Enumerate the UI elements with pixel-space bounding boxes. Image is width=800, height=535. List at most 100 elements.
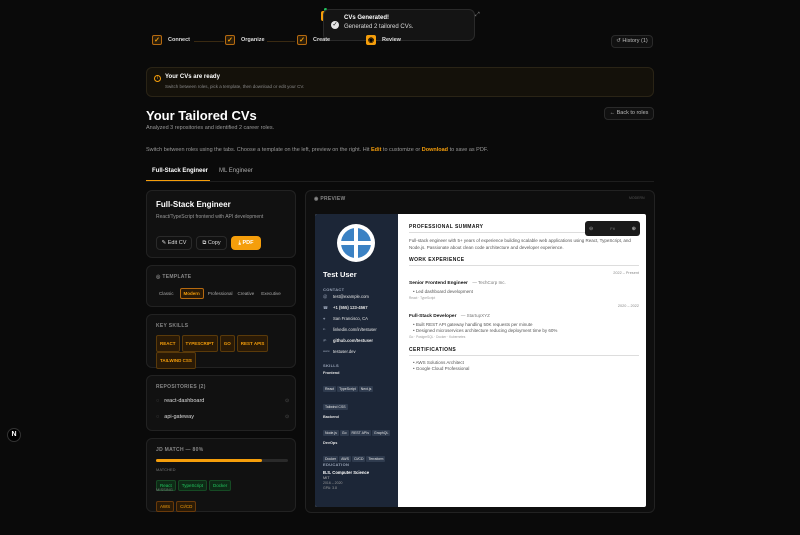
template-modern[interactable]: Modern bbox=[179, 288, 204, 299]
cv-education-heading: EDUCATION bbox=[323, 462, 350, 467]
missing-label: MISSING bbox=[156, 487, 173, 492]
nextjs-logo-icon[interactable]: N bbox=[7, 428, 21, 442]
cv-skill-tag: TypeScript bbox=[337, 386, 358, 392]
jd-match-bar-fill bbox=[156, 459, 262, 462]
cv-avatar bbox=[337, 224, 375, 262]
external-link-icon[interactable]: ⊙ bbox=[285, 414, 289, 420]
edit-link[interactable]: Edit bbox=[371, 147, 381, 153]
template-professional[interactable]: Professional bbox=[207, 289, 234, 298]
github-icon: gh bbox=[323, 338, 327, 342]
globe-icon: www bbox=[323, 349, 330, 353]
cv-skills: Frontend React TypeScript Next.js Tailwind … bbox=[323, 371, 395, 465]
check-circle-icon: ✓ bbox=[331, 21, 339, 29]
preview-heading: ◉ PREVIEW bbox=[314, 196, 346, 202]
key-skills-heading: KEY SKILLS bbox=[156, 323, 189, 329]
skill-chip: TYPESCRIPT bbox=[181, 335, 218, 352]
repo-item[interactable]: ◌ api-gateway bbox=[156, 414, 194, 420]
cv-document: Test User CONTACT @ test@example.com ☎ +1 … bbox=[315, 214, 646, 507]
cv-main: PROFESSIONAL SUMMARY Full-stack engineer… bbox=[409, 224, 639, 371]
template-creative[interactable]: Creative bbox=[237, 289, 256, 298]
copy-button[interactable]: ⧉ Copy bbox=[196, 236, 227, 250]
step-connect[interactable]: ✓ Connect bbox=[152, 35, 190, 45]
key-skills-card: KEY SKILLS REACT TYPESCRIPT GO REST APIS TAI… bbox=[146, 314, 296, 369]
cv-skills-heading: SKILLS bbox=[323, 363, 340, 368]
check-icon: ✓ bbox=[297, 35, 307, 45]
step-organize[interactable]: ✓ Organize bbox=[225, 35, 265, 45]
banner-subtitle: Switch between roles, pick a template, t… bbox=[165, 84, 305, 89]
repo-icon: ◌ bbox=[156, 414, 160, 420]
history-button[interactable]: ↺ History (1) bbox=[611, 35, 653, 48]
zoom-out-icon[interactable]: ⊖ bbox=[589, 226, 593, 232]
ready-banner: i Your CVs are ready Switch between role… bbox=[146, 67, 654, 97]
cv-contact-list: @ test@example.com ☎ +1 (555) 123-4567 ⌖ Sa… bbox=[323, 294, 377, 354]
check-icon: ✓ bbox=[152, 35, 162, 45]
download-link[interactable]: Download bbox=[422, 147, 448, 153]
template-name-label: MODERN bbox=[629, 196, 645, 200]
zoom-controls: ⊖ Fit ⊕ bbox=[585, 221, 640, 236]
role-subtitle: React/TypeScript frontend with API devel… bbox=[156, 214, 264, 220]
tabs-divider bbox=[146, 181, 654, 182]
matched-chip: Docker bbox=[209, 480, 232, 491]
cv-skill-tag: CI/CD bbox=[351, 456, 366, 462]
repositories-heading: REPOSITORIES (2) bbox=[156, 384, 206, 390]
edit-cv-button[interactable]: ✎ Edit CV bbox=[156, 236, 192, 250]
missing-chip: CI/CD bbox=[176, 501, 197, 512]
arrow-left-icon: ← bbox=[609, 110, 617, 116]
zoom-in-icon[interactable]: ⊕ bbox=[632, 226, 636, 232]
cv-skill-tag: Node.js bbox=[323, 430, 339, 436]
repo-item[interactable]: ◌ react-dashboard bbox=[156, 398, 204, 404]
eye-icon: ◉ bbox=[366, 35, 376, 45]
role-card: Full-Stack Engineer React/TypeScript fro… bbox=[146, 190, 296, 258]
email-icon: @ bbox=[323, 294, 328, 299]
step-divider bbox=[194, 41, 224, 42]
template-classic[interactable]: Classic bbox=[156, 289, 177, 298]
repo-icon: ◌ bbox=[156, 398, 160, 404]
skill-group-name: Backend bbox=[323, 415, 339, 419]
cv-skill-tag: Terraform bbox=[366, 456, 386, 462]
page-title: Your Tailored CVs bbox=[146, 108, 257, 123]
role-title: Full-Stack Engineer bbox=[156, 200, 231, 209]
cv-job: Full-Stack Developer — StartupXYZ 2020 –… bbox=[409, 303, 639, 339]
cv-sidebar: Test User CONTACT @ test@example.com ☎ +1 … bbox=[315, 214, 398, 507]
zoom-level[interactable]: Fit bbox=[610, 226, 614, 231]
external-link-icon[interactable]: ⊙ bbox=[285, 398, 289, 404]
download-pdf-button[interactable]: ⤓ PDF bbox=[231, 236, 261, 250]
toast-title: CVs Generated! bbox=[344, 15, 390, 21]
missing-chip: AWS bbox=[156, 501, 175, 512]
cv-certifications-heading: CERTIFICATIONS bbox=[409, 347, 639, 356]
instructions: Switch between roles using the tabs. Cho… bbox=[146, 147, 489, 153]
cv-cert: AWS Solutions Architect bbox=[415, 359, 464, 365]
cv-summary: Full-stack engineer with 5+ years of exp… bbox=[409, 238, 631, 250]
repositories-card: REPOSITORIES (2) ◌ react-dashboard ⊙ ◌ api… bbox=[146, 375, 296, 431]
cv-skill-tag: REST APIs bbox=[349, 430, 371, 436]
toast-message: Generated 2 tailored CVs. bbox=[344, 24, 414, 30]
phone-icon: ☎ bbox=[323, 305, 329, 310]
cv-skill-tag: Tailwind CSS bbox=[323, 404, 348, 410]
template-heading: ◎ TEMPLATE bbox=[156, 274, 192, 280]
banner-title: Your CVs are ready bbox=[165, 74, 220, 80]
skill-chip: REACT bbox=[156, 335, 180, 352]
cv-skill-tag: Next.js bbox=[358, 386, 374, 392]
template-executive[interactable]: Executive bbox=[258, 289, 284, 298]
location-icon: ⌖ bbox=[323, 316, 326, 321]
tab-full-stack-engineer[interactable]: Full-Stack Engineer bbox=[152, 168, 208, 174]
skill-chip: TAILWIND CSS bbox=[156, 352, 196, 369]
page-subtitle: Analyzed 3 repositories and identified 2… bbox=[146, 125, 275, 131]
skill-group-name: DevOps bbox=[323, 441, 338, 445]
step-create[interactable]: ✓ Create bbox=[297, 35, 330, 45]
cv-skill-tag: Go bbox=[339, 430, 349, 436]
cv-education: B.S. Computer Science MIT 2016 – 2020 GP… bbox=[323, 470, 370, 490]
toast-close-icon[interactable]: ⤢ bbox=[475, 12, 480, 19]
tab-ml-engineer[interactable]: ML Engineer bbox=[219, 168, 253, 174]
step-review[interactable]: ◉ Review bbox=[366, 35, 401, 45]
cv-job: Senior Frontend Engineer — TechCorp Inc.… bbox=[409, 271, 639, 300]
linkedin-icon: in bbox=[323, 327, 326, 331]
cv-cert: Google Cloud Professional bbox=[415, 366, 470, 371]
back-to-roles-button[interactable]: ← Back to roles bbox=[604, 107, 654, 120]
cv-skill-tag: React bbox=[323, 386, 337, 392]
jd-match-card: JD MATCH — 80% MATCHED React TypeScript Do… bbox=[146, 438, 296, 512]
template-card: ◎ TEMPLATE Classic Modern Professional C… bbox=[146, 265, 296, 307]
cv-experience-heading: WORK EXPERIENCE bbox=[409, 257, 639, 266]
skill-chip: REST APIS bbox=[236, 335, 269, 352]
skill-chip: GO bbox=[219, 335, 235, 352]
